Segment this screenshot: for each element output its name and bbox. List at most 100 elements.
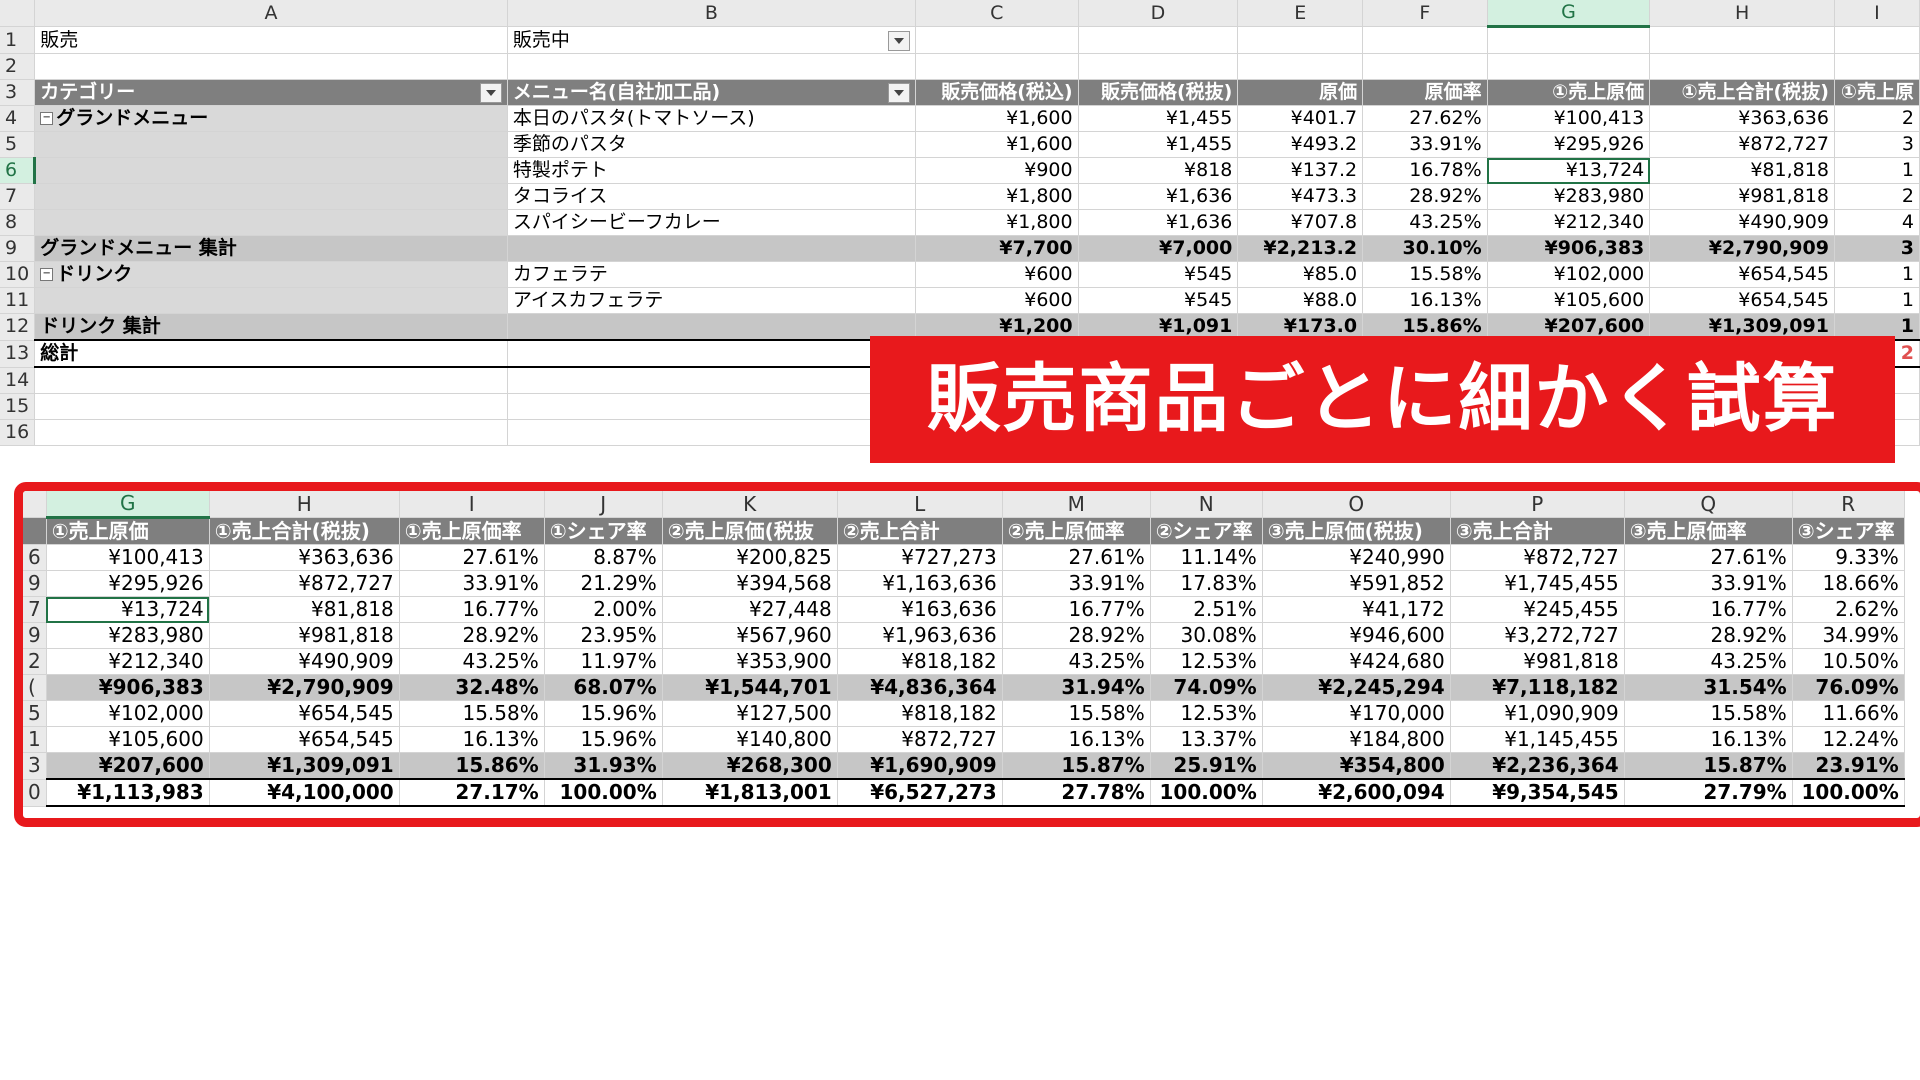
cell-G3[interactable]: ①売上原価	[1487, 79, 1651, 106]
zoom-cell[interactable]: 2.00%	[544, 596, 663, 623]
cell-B1[interactable]: 販売中	[507, 26, 916, 54]
zoom-cell[interactable]: 18.66%	[1792, 570, 1905, 597]
cell-D10[interactable]: ¥545	[1078, 261, 1239, 288]
cell-B5[interactable]: 季節のパスタ	[507, 131, 916, 158]
zoom-cell[interactable]: 100.00%	[1792, 778, 1905, 807]
cell-F10[interactable]: 15.58%	[1362, 261, 1488, 288]
cell-H9[interactable]: ¥2,790,909	[1649, 235, 1835, 262]
collapse-icon[interactable]: −	[40, 112, 54, 125]
cell-H10[interactable]: ¥654,545	[1649, 261, 1835, 288]
cell-H4[interactable]: ¥363,636	[1649, 105, 1835, 132]
zoom-column-header-R[interactable]: R	[1792, 491, 1905, 518]
zoom-cell[interactable]: 16.77%	[399, 596, 545, 623]
cell-F4[interactable]: 27.62%	[1362, 105, 1488, 132]
row-header-9[interactable]: 9	[0, 235, 36, 262]
cell-E7[interactable]: ¥473.3	[1237, 183, 1364, 210]
zoom-cell[interactable]: ¥200,825	[662, 544, 838, 571]
cell-A6[interactable]	[34, 157, 508, 184]
zoom-cell[interactable]: 33.91%	[1002, 570, 1151, 597]
zoom-cell[interactable]: ¥424,680	[1262, 648, 1451, 675]
zoom-cell[interactable]: ¥100,413	[46, 544, 210, 571]
zoom-cell[interactable]: ¥818,182	[837, 700, 1003, 727]
zoom-cell[interactable]: ¥946,600	[1262, 622, 1451, 649]
cell-E4[interactable]: ¥401.7	[1237, 105, 1364, 132]
zoom-cell[interactable]: ¥2,236,364	[1450, 752, 1625, 780]
cell-A10[interactable]: − ドリンク	[34, 261, 508, 288]
zoom-column-header-M[interactable]: M	[1002, 491, 1151, 518]
zoom-cell[interactable]: ¥981,818	[209, 622, 400, 649]
cell-A12[interactable]: ドリンク 集計	[34, 313, 508, 341]
zoom-cell[interactable]: 28.92%	[1624, 622, 1793, 649]
column-header-D[interactable]: D	[1078, 0, 1239, 27]
cell-B13[interactable]	[507, 339, 916, 368]
cell-F3[interactable]: 原価率	[1362, 79, 1488, 106]
cell-H2[interactable]	[1649, 53, 1835, 80]
cell-H5[interactable]: ¥872,727	[1649, 131, 1835, 158]
zoom-cell[interactable]: ¥363,636	[209, 544, 400, 571]
zoom-cell[interactable]: 11.66%	[1792, 700, 1905, 727]
zoom-cell[interactable]: 28.92%	[1002, 622, 1151, 649]
cell-E1[interactable]	[1237, 26, 1364, 54]
zoom-cell[interactable]: ¥872,727	[837, 726, 1003, 753]
cell-I7[interactable]: 2	[1834, 183, 1920, 210]
cell-C2[interactable]	[915, 53, 1079, 80]
cell-C4[interactable]: ¥1,600	[915, 105, 1079, 132]
zoom-cell[interactable]: ¥2,790,909	[209, 674, 400, 701]
cell-A13[interactable]: 総計	[34, 339, 508, 368]
zoom-column-header-O[interactable]: O	[1262, 491, 1451, 518]
cell-C7[interactable]: ¥1,800	[915, 183, 1079, 210]
zoom-cell[interactable]: 16.77%	[1002, 596, 1151, 623]
cell-H3[interactable]: ①売上合計(税抜)	[1649, 79, 1835, 106]
cell-I11[interactable]: 1	[1834, 287, 1920, 314]
column-header-A[interactable]: A	[34, 0, 508, 27]
cell-C3[interactable]: 販売価格(税込)	[915, 79, 1079, 106]
column-header-I[interactable]: I	[1834, 0, 1920, 27]
zoom-cell[interactable]: 15.87%	[1624, 752, 1793, 780]
zoom-cell[interactable]: 27.17%	[399, 778, 545, 807]
zoom-cell[interactable]: ¥207,600	[46, 752, 210, 780]
select-all-corner[interactable]	[0, 0, 36, 27]
column-header-H[interactable]: H	[1649, 0, 1835, 27]
zoom-column-header-P[interactable]: P	[1450, 491, 1625, 518]
zoom-cell[interactable]: 15.86%	[399, 752, 545, 780]
zoom-cell[interactable]: 32.48%	[399, 674, 545, 701]
row-header-3[interactable]: 3	[0, 79, 36, 106]
cell-D8[interactable]: ¥1,636	[1078, 209, 1239, 236]
cell-B9[interactable]	[507, 235, 916, 262]
zoom-cell[interactable]: 27.61%	[1002, 544, 1151, 571]
zoom-cell[interactable]: 16.13%	[399, 726, 545, 753]
column-header-F[interactable]: F	[1362, 0, 1488, 27]
zoom-cell[interactable]: 8.87%	[544, 544, 663, 571]
zoom-cell[interactable]: 33.91%	[1624, 570, 1793, 597]
zoom-cell[interactable]: ¥6,527,273	[837, 778, 1003, 807]
cell-G10[interactable]: ¥102,000	[1487, 261, 1651, 288]
cell-C6[interactable]: ¥900	[915, 157, 1079, 184]
cell-C10[interactable]: ¥600	[915, 261, 1079, 288]
zoom-cell[interactable]: ¥13,724	[46, 596, 210, 623]
zoom-cell[interactable]: 10.50%	[1792, 648, 1905, 675]
cell-F9[interactable]: 30.10%	[1362, 235, 1488, 262]
zoom-cell[interactable]: ¥1,690,909	[837, 752, 1003, 780]
cell-D4[interactable]: ¥1,455	[1078, 105, 1239, 132]
cell-C8[interactable]: ¥1,800	[915, 209, 1079, 236]
cell-A3[interactable]: カテゴリー	[34, 79, 508, 106]
zoom-cell[interactable]: 11.14%	[1150, 544, 1263, 571]
zoom-cell[interactable]: ¥1,113,983	[46, 778, 210, 807]
cell-D11[interactable]: ¥545	[1078, 287, 1239, 314]
zoom-cell[interactable]: ¥591,852	[1262, 570, 1451, 597]
cell-G6[interactable]: ¥13,724	[1487, 157, 1651, 184]
zoom-cell[interactable]: ¥654,545	[209, 700, 400, 727]
cell-I1[interactable]	[1834, 26, 1920, 54]
column-header-E[interactable]: E	[1237, 0, 1364, 27]
zoom-cell[interactable]: ¥163,636	[837, 596, 1003, 623]
zoom-cell[interactable]: 27.61%	[399, 544, 545, 571]
cell-D7[interactable]: ¥1,636	[1078, 183, 1239, 210]
zoom-cell[interactable]: 15.96%	[544, 726, 663, 753]
cell-D6[interactable]: ¥818	[1078, 157, 1239, 184]
zoom-cell[interactable]: ¥3,272,727	[1450, 622, 1625, 649]
zoom-cell[interactable]: ¥906,383	[46, 674, 210, 701]
cell-E3[interactable]: 原価	[1237, 79, 1364, 106]
zoom-column-header-I[interactable]: I	[399, 491, 545, 518]
cell-G8[interactable]: ¥212,340	[1487, 209, 1651, 236]
row-header-7[interactable]: 7	[0, 183, 36, 210]
